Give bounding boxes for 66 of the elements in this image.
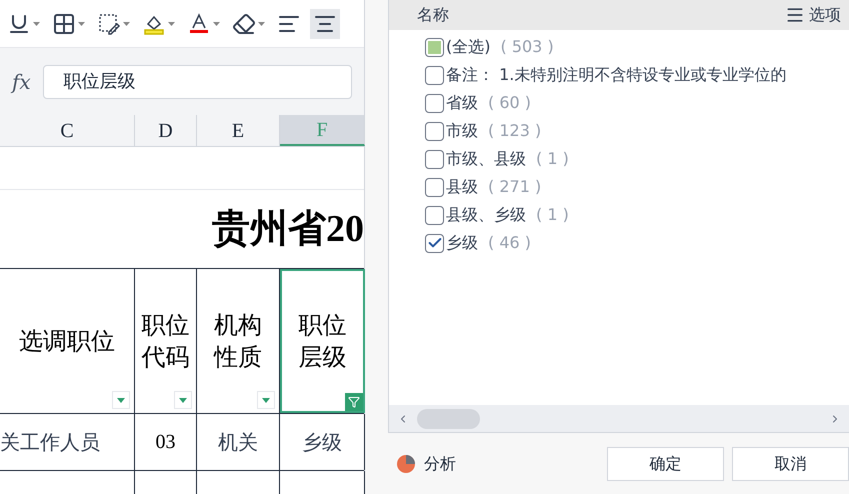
scroll-thumb[interactable] — [417, 408, 480, 428]
option-count: ( 60 ) — [488, 92, 532, 114]
options-button[interactable]: 选项 — [785, 3, 841, 27]
checkbox[interactable] — [425, 178, 444, 196]
option-count: ( 123 ) — [488, 120, 542, 142]
dropdown-caret-icon — [123, 22, 130, 26]
fx-label: fx — [12, 68, 31, 96]
analysis-button[interactable]: 分析 — [396, 452, 456, 476]
filter-dropdown-icon[interactable] — [174, 391, 192, 409]
table-cell: 关工作人员 — [0, 414, 135, 470]
option-label: 县级 — [446, 176, 478, 198]
column-header[interactable]: C — [0, 115, 135, 146]
column-header[interactable]: D — [135, 115, 197, 146]
borders-icon — [52, 12, 76, 36]
header-cell: 选调职位 — [0, 269, 135, 413]
table-cell: 03 — [135, 414, 197, 470]
option-count: ( 271 ) — [488, 176, 542, 198]
filter-option[interactable]: 市级 ( 123 ) — [425, 117, 849, 145]
dropdown-caret-icon — [78, 22, 85, 26]
checkbox[interactable] — [425, 66, 444, 84]
filter-option[interactable]: 县级、乡级 ( 1 ) — [425, 201, 849, 229]
filter-dropdown-icon[interactable] — [257, 391, 275, 409]
dropdown-caret-icon — [168, 22, 175, 26]
option-count: ( 1 ) — [536, 204, 569, 226]
option-label: 市级 — [446, 120, 478, 142]
dropdown-caret-icon — [213, 22, 220, 26]
font-color-icon — [187, 12, 211, 36]
checkbox[interactable] — [425, 94, 444, 112]
checkbox[interactable] — [425, 38, 444, 56]
header-cell: 职位代码 — [135, 269, 197, 413]
header-cell: 机构性质 — [197, 269, 280, 413]
sheet-title: 贵州省20 — [212, 206, 364, 252]
filter-active-icon[interactable] — [345, 393, 363, 411]
dialog-button[interactable]: 取消 — [732, 446, 849, 480]
table-cell: 机关 — [197, 414, 280, 470]
filter-dropdown-icon[interactable] — [112, 391, 130, 409]
pie-chart-icon — [396, 454, 416, 474]
option-label: 省级 — [446, 92, 478, 114]
option-label: 乡级 — [446, 232, 478, 254]
dropdown-caret-icon — [258, 22, 265, 26]
header-cell: 职位层级 — [280, 269, 365, 413]
toolbar-button[interactable] — [310, 8, 340, 38]
dialog-button[interactable]: 确定 — [607, 446, 724, 480]
filter-option[interactable]: 县级 ( 271 ) — [425, 173, 849, 201]
option-label: 备注： 1.未特别注明不含特设专业或专业学位的 — [446, 64, 786, 86]
checkbox[interactable] — [425, 206, 444, 224]
checkbox[interactable] — [425, 234, 444, 252]
formula-field[interactable]: 职位层级 — [42, 64, 352, 98]
filter-option[interactable]: 备注： 1.未特别注明不含特设专业或专业学位的 — [425, 61, 849, 89]
column-title: 名称 — [417, 4, 449, 26]
horizontal-scrollbar[interactable] — [389, 405, 849, 432]
eraser-icon — [232, 12, 256, 36]
filter-option[interactable]: 乡级 ( 46 ) — [425, 229, 849, 257]
checkbox[interactable] — [425, 122, 444, 140]
dashed-box-pen-icon — [97, 12, 121, 36]
filter-option[interactable]: 省级 ( 60 ) — [425, 89, 849, 117]
filter-option[interactable]: 市级、县级 ( 1 ) — [425, 145, 849, 173]
checkbox[interactable] — [425, 150, 444, 168]
option-label: 市级、县级 — [446, 148, 526, 170]
option-label: 县级、乡级 — [446, 204, 526, 226]
option-label: (全选) — [446, 36, 490, 58]
filter-option[interactable]: (全选) ( 503 ) — [425, 33, 849, 61]
option-count: ( 1 ) — [536, 148, 569, 170]
option-count: ( 46 ) — [488, 232, 532, 254]
dropdown-caret-icon — [33, 22, 40, 26]
option-count: ( 503 ) — [500, 36, 554, 58]
